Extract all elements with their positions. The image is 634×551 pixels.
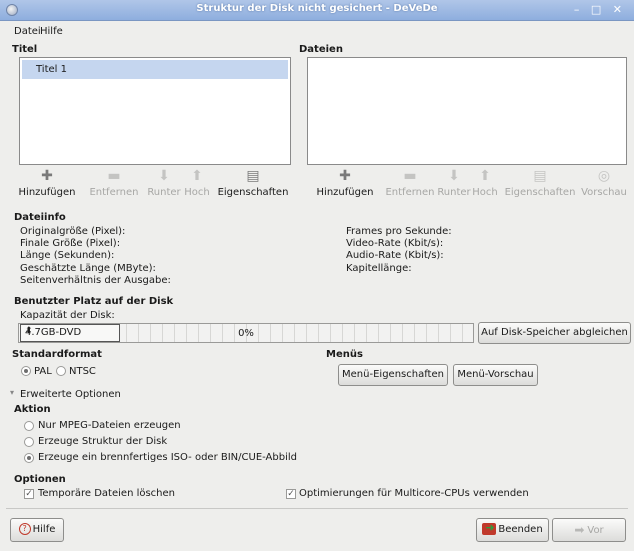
window-titlebar[interactable]: Struktur der Disk nicht gesichert - DeVe… (0, 0, 634, 21)
menu-preview-button[interactable]: Menü-Vorschau (453, 364, 538, 386)
help-button[interactable]: ? Hilfe (10, 518, 64, 542)
fileinfo-final-size: Finale Größe (Pixel): (20, 238, 121, 250)
properties-icon: ▤ (246, 168, 260, 184)
disk-heading: Benutzter Platz auf der Disk (14, 296, 174, 307)
list-item[interactable]: Titel 1 (22, 60, 288, 79)
action-heading: Aktion (14, 404, 51, 415)
fileinfo-aspect-ratio: Seitenverhältnis der Ausgabe: (20, 274, 171, 286)
titles-add-button[interactable]: ✚ Hinzufügen (12, 168, 82, 198)
pal-radio[interactable] (21, 366, 31, 376)
files-down-button[interactable]: ⬇ Runter (434, 168, 474, 198)
arrow-down-icon: ⬇ (158, 168, 170, 184)
forward-button[interactable]: ➡ Vor (552, 518, 626, 542)
fileinfo-heading: Dateiinfo (14, 212, 66, 223)
files-remove-button[interactable]: ▬ Entfernen (382, 168, 438, 198)
menu-file[interactable]: Datei (14, 26, 41, 37)
titles-up-button[interactable]: ⬆ Hoch (182, 168, 212, 198)
minus-icon: ▬ (403, 168, 417, 184)
fileinfo-original-size: Originalgröße (Pixel): (20, 226, 126, 237)
files-preview-button[interactable]: ◎ Vorschau (578, 168, 630, 198)
files-list[interactable] (307, 57, 627, 165)
action-mpeg-radio[interactable] (24, 421, 34, 431)
plus-icon: ✚ (41, 168, 53, 184)
action-mpeg-label: Nur MPEG-Dateien erzeugen (38, 420, 181, 431)
titles-list[interactable]: Titel 1 (19, 57, 291, 165)
fileinfo-fps: Frames pro Sekunde: (346, 226, 452, 237)
fileinfo-audio-rate: Audio-Rate (Kbit/s): (346, 250, 444, 262)
advanced-options-expander[interactable]: Erweiterte Optionen (20, 389, 121, 400)
window-controls[interactable]: – □ ✕ (574, 3, 626, 16)
ntsc-radio[interactable] (56, 366, 66, 376)
action-iso-label: Erzeuge ein brennfertiges ISO- oder BIN/… (38, 452, 297, 463)
disk-capacity-select[interactable]: 4.7GB-DVD ⬍ (20, 324, 120, 342)
combo-arrow-icon: ⬍ (25, 326, 33, 336)
titles-properties-button[interactable]: ▤ Eigenschaften (214, 168, 292, 198)
footer-divider (6, 508, 628, 509)
fileinfo-left: Originalgröße (Pixel): Finale Größe (Pix… (20, 226, 171, 287)
properties-icon: ▤ (533, 168, 547, 184)
action-structure-label: Erzeuge Struktur der Disk (38, 436, 168, 447)
fileinfo-right: Frames pro Sekunde: Video-Rate (Kbit/s):… (346, 226, 452, 275)
files-add-button[interactable]: ✚ Hinzufügen (310, 168, 380, 198)
menu-properties-button[interactable]: Menü-Eigenschaften (338, 364, 448, 386)
exit-icon: ➜ (482, 522, 497, 535)
minus-icon: ▬ (107, 168, 121, 184)
title-item-label: Titel 1 (36, 64, 67, 75)
fileinfo-video-rate: Video-Rate (Kbit/s): (346, 238, 444, 250)
menus-heading: Menüs (326, 349, 363, 360)
titles-down-button[interactable]: ⬇ Runter (144, 168, 184, 198)
multicore-label: Optimierungen für Multicore-CPUs verwend… (299, 488, 529, 499)
expander-arrow-icon[interactable]: ▾ (10, 388, 14, 397)
action-iso-radio[interactable] (24, 453, 34, 463)
quit-button[interactable]: ➜ Beenden (476, 518, 549, 542)
action-structure-radio[interactable] (24, 437, 34, 447)
files-up-button[interactable]: ⬆ Hoch (470, 168, 500, 198)
pal-label: PAL (34, 366, 52, 377)
multicore-checkbox[interactable]: ✓ (286, 489, 296, 499)
files-properties-button[interactable]: ▤ Eigenschaften (502, 168, 578, 198)
titles-heading: Titel (12, 44, 38, 55)
window-title: Struktur der Disk nicht gesichert - DeVe… (196, 3, 438, 14)
help-icon: ? (18, 523, 31, 535)
titles-remove-button[interactable]: ▬ Entfernen (86, 168, 142, 198)
fileinfo-chapter-length: Kapitellänge: (346, 262, 412, 274)
menu-help[interactable]: Hilfe (40, 26, 63, 37)
menubar: Datei Hilfe (0, 22, 634, 42)
files-heading: Dateien (299, 44, 343, 55)
fileinfo-length: Länge (Sekunden): (20, 250, 115, 262)
preview-icon: ◎ (597, 168, 611, 184)
delete-temp-checkbox[interactable]: ✓ (24, 489, 34, 499)
arrow-down-icon: ⬇ (448, 168, 460, 184)
standard-heading: Standardformat (12, 349, 102, 360)
delete-temp-label: Temporäre Dateien löschen (38, 488, 176, 499)
arrow-up-icon: ⬆ (479, 168, 491, 184)
arrow-up-icon: ⬆ (191, 168, 203, 184)
ntsc-label: NTSC (69, 366, 96, 377)
fileinfo-estimated-size: Geschätzte Länge (MByte): (20, 262, 156, 274)
plus-icon: ✚ (339, 168, 351, 184)
forward-arrow-icon: ➡ (574, 523, 585, 537)
options-heading: Optionen (14, 474, 66, 485)
disk-capacity-label: Kapazität der Disk: (20, 310, 115, 321)
adjust-disk-button[interactable]: Auf Disk-Speicher abgleichen (478, 322, 631, 344)
